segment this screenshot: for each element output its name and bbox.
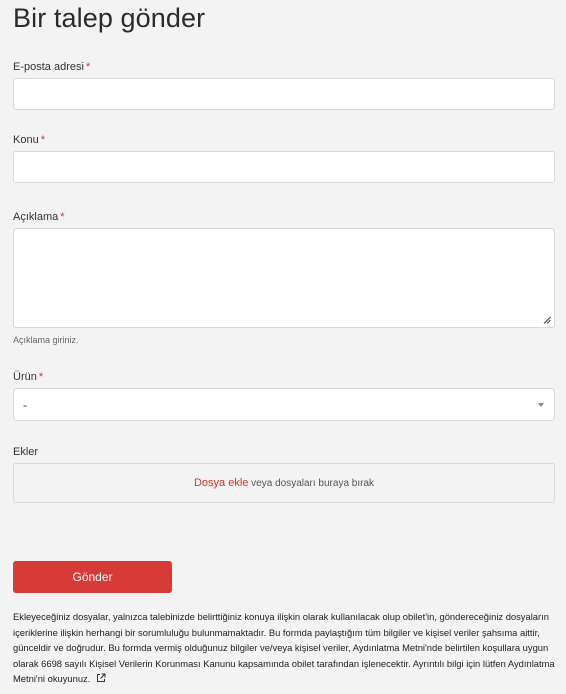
description-field-wrapper — [13, 228, 555, 328]
disclaimer: Ekleyeceğiniz dosyalar, yalnızca talebin… — [13, 609, 555, 687]
product-selected-value: - — [23, 398, 27, 412]
add-file-link[interactable]: Dosya ekle — [194, 477, 248, 489]
email-label: E-posta adresi * — [13, 61, 90, 73]
description-textarea[interactable] — [14, 229, 554, 327]
product-label: Ürün * — [13, 371, 43, 383]
page-title: Bir talep gönder — [13, 3, 206, 33]
subject-field[interactable] — [14, 152, 554, 182]
submit-button[interactable]: Gönder — [13, 561, 172, 593]
email-field[interactable] — [14, 79, 554, 109]
disclaimer-text: Ekleyeceğiniz dosyalar, yalnızca talebin… — [13, 611, 555, 684]
attachments-dropzone[interactable]: Dosya ekle veya dosyaları buraya bırak — [13, 463, 555, 503]
description-label: Açıklama * — [13, 211, 65, 223]
email-label-text: E-posta adresi — [13, 61, 84, 73]
caret-down-icon — [538, 403, 544, 407]
request-form-page: Bir talep gönder E-posta adresi * Konu * A… — [0, 0, 566, 694]
required-mark: * — [60, 211, 65, 223]
product-label-text: Ürün — [13, 371, 37, 383]
required-mark: * — [38, 371, 44, 383]
product-select[interactable]: - — [13, 388, 555, 421]
dropzone-text: veya dosyaları buraya bırak — [251, 478, 375, 489]
email-field-wrapper — [13, 78, 555, 110]
attachments-label: Ekler — [13, 446, 39, 458]
resize-handle-icon[interactable] — [543, 316, 551, 324]
subject-label: Konu * — [13, 134, 45, 146]
required-mark: * — [85, 61, 91, 73]
subject-field-wrapper — [13, 151, 555, 183]
description-label-text: Açıklama — [13, 211, 59, 223]
subject-label-text: Konu — [13, 134, 39, 146]
external-link-icon[interactable] — [96, 673, 106, 683]
description-hint: Açıklama giriniz. — [13, 335, 79, 345]
required-mark: * — [40, 134, 45, 146]
